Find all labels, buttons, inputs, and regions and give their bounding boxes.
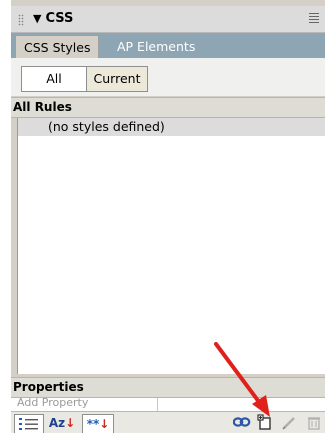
panel-titlebar[interactable]: ▼ CSS — [11, 6, 325, 33]
alphabetical-view-button[interactable]: Az↓ — [46, 414, 78, 432]
css-panel: ▼ CSS CSS Styles AP Elements All Current … — [11, 0, 325, 433]
tab-ap-elements[interactable]: AP Elements — [109, 35, 203, 58]
panel-grip-icon[interactable] — [18, 14, 24, 26]
properties-heading[interactable]: Properties — [11, 377, 325, 398]
edit-style-icon[interactable] — [282, 416, 296, 430]
all-mode-button[interactable]: All — [21, 66, 87, 92]
tab-css-styles[interactable]: CSS Styles — [15, 35, 100, 59]
set-properties-view-icon: ** — [86, 417, 100, 431]
delete-css-rule-icon[interactable] — [307, 416, 321, 430]
all-rules-heading[interactable]: All Rules — [11, 97, 325, 118]
panel-tabs: CSS Styles AP Elements — [11, 33, 325, 59]
current-mode-button[interactable]: Current — [86, 66, 148, 92]
new-css-rule-icon[interactable] — [257, 414, 273, 430]
alphabetical-view-icon: Az — [48, 416, 66, 430]
panel-options-menu-icon[interactable] — [309, 13, 319, 24]
collapse-triangle-icon[interactable]: ▼ — [33, 12, 41, 25]
category-view-button[interactable] — [14, 414, 44, 433]
rule-item-label: (no styles defined) — [48, 119, 165, 134]
attach-stylesheet-icon[interactable] — [233, 416, 251, 428]
category-view-icon — [19, 418, 38, 430]
bottom-toolbar: Az↓ **↓ — [11, 411, 325, 433]
set-arrow-icon: ↓ — [99, 417, 110, 431]
panel-title-text: CSS — [45, 11, 74, 26]
set-properties-view-button[interactable]: **↓ — [82, 414, 114, 433]
add-property-link[interactable]: Add Property — [11, 398, 158, 412]
list-item[interactable]: (no styles defined) — [18, 118, 325, 136]
sort-arrow-icon: ↓ — [65, 416, 76, 430]
rules-list[interactable]: (no styles defined) — [17, 118, 325, 374]
panel-title[interactable]: ▼ CSS — [33, 11, 73, 26]
view-toggle: All Current — [11, 58, 325, 96]
properties-row: Add Property — [11, 398, 325, 412]
